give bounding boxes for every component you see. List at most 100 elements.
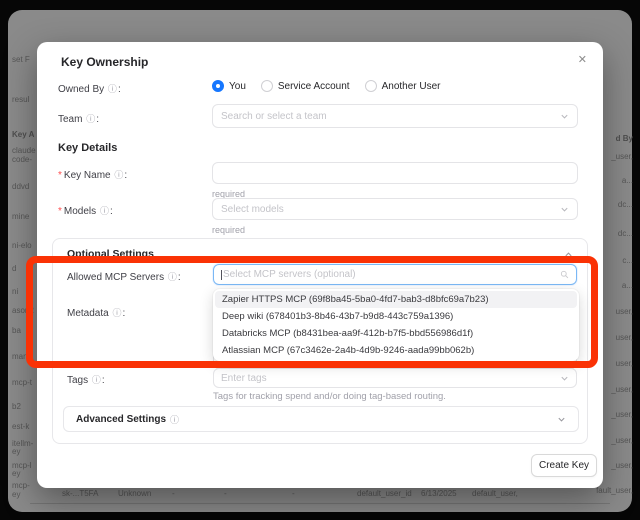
- owned-by-label: Owned By ⓘ:: [58, 82, 121, 95]
- team-placeholder: Search or select a team: [221, 111, 327, 122]
- bg-text: _user,: [611, 410, 633, 419]
- info-icon: ⓘ: [168, 272, 177, 282]
- mcp-servers-select[interactable]: Select MCP servers (optional): [213, 264, 577, 285]
- chevron-down-icon: [560, 112, 569, 121]
- bg-text: a...: [622, 281, 633, 290]
- team-select[interactable]: Search or select a team: [212, 104, 578, 128]
- key-name-label: *Key Name ⓘ:: [58, 168, 127, 181]
- modal-title: Key Ownership: [61, 55, 148, 69]
- bg-text: mine: [12, 212, 29, 221]
- create-key-button[interactable]: Create Key: [531, 454, 597, 477]
- models-required-hint: required: [212, 225, 245, 235]
- models-label: *Models ⓘ:: [58, 204, 113, 217]
- bg-text: _user,: [611, 152, 633, 161]
- close-icon[interactable]: ✕: [578, 53, 587, 66]
- chevron-up-icon[interactable]: [564, 250, 573, 259]
- radio-you-label: You: [229, 81, 246, 92]
- info-icon: ⓘ: [112, 308, 121, 318]
- radio-unselected-icon[interactable]: [261, 80, 273, 92]
- bg-text: d: [12, 264, 16, 273]
- mcp-option[interactable]: Databricks MCP (b8431bea-aa9f-412b-b7f5-…: [215, 325, 577, 342]
- label-colon: :: [123, 308, 126, 319]
- bg-text: mcp-: [12, 481, 30, 490]
- info-icon: ⓘ: [108, 84, 117, 94]
- bg-cell: -: [172, 489, 175, 498]
- models-select[interactable]: Select models: [212, 198, 578, 220]
- radio-unselected-icon[interactable]: [365, 80, 377, 92]
- info-icon: ⓘ: [114, 170, 123, 180]
- bg-text: c...: [622, 256, 633, 265]
- info-icon: ⓘ: [100, 206, 109, 216]
- team-label-text: Team: [58, 114, 82, 125]
- bg-cell: -: [292, 489, 295, 498]
- key-details-heading: Key Details: [58, 142, 117, 154]
- optional-settings-heading[interactable]: Optional Settings: [67, 248, 154, 260]
- tags-help-text: Tags for tracking spend and/or doing tag…: [213, 391, 446, 402]
- mcp-option[interactable]: Deep wiki (678401b3-8b46-43b7-b9d8-443c7…: [215, 308, 577, 325]
- radio-service-account[interactable]: Service Account: [261, 80, 350, 92]
- bg-text: dc...: [618, 229, 633, 238]
- bg-text: _user,: [611, 436, 633, 445]
- bg-text: _user,: [611, 385, 633, 394]
- bg-text: code-: [12, 155, 32, 164]
- mcp-option[interactable]: Zapier HTTPS MCP (69f8ba45-5ba0-4fd7-bab…: [215, 291, 577, 308]
- bg-text: ey: [12, 469, 20, 478]
- bg-text: user,: [616, 333, 633, 342]
- optional-settings-card: Optional Settings Allowed MCP Servers ⓘ:…: [52, 238, 588, 444]
- bg-text: ey: [12, 490, 20, 499]
- key-name-input[interactable]: [212, 162, 578, 184]
- owned-by-label-text: Owned By: [58, 84, 104, 95]
- radio-another-user[interactable]: Another User: [365, 80, 441, 92]
- bg-text: user,: [616, 307, 633, 316]
- info-icon: ⓘ: [92, 375, 101, 385]
- radio-you[interactable]: You: [212, 80, 246, 92]
- tags-label-text: Tags: [67, 375, 88, 386]
- bg-text: est-k: [12, 422, 29, 431]
- mcp-servers-label-text: Allowed MCP Servers: [67, 272, 164, 283]
- tags-placeholder: Enter tags: [221, 373, 267, 384]
- chevron-down-icon: [560, 374, 569, 383]
- bg-text: ni-elo: [12, 241, 32, 250]
- label-colon: :: [96, 114, 99, 125]
- bg-text: ba: [12, 326, 21, 335]
- label-colon: :: [124, 170, 127, 181]
- text-cursor: [221, 270, 222, 280]
- bg-text: user,: [616, 359, 633, 368]
- bg-text: manu: [12, 352, 32, 361]
- bg-cell: default_user,: [472, 489, 518, 498]
- label-colon: :: [178, 272, 181, 283]
- label-colon: :: [102, 375, 105, 386]
- metadata-label-text: Metadata: [67, 308, 109, 319]
- bg-text: b2: [12, 402, 21, 411]
- bg-text: a...: [622, 176, 633, 185]
- team-label: Team ⓘ:: [58, 112, 99, 125]
- bg-cell-date: 6/13/2025: [421, 489, 457, 498]
- required-asterisk: *: [58, 170, 62, 181]
- chevron-down-icon: [560, 205, 569, 214]
- bg-table-header: Key A: [12, 130, 34, 139]
- radio-another-user-label: Another User: [382, 81, 441, 92]
- bg-text: fault_user,: [596, 486, 633, 495]
- tags-select[interactable]: Enter tags: [213, 368, 577, 388]
- mcp-servers-label: Allowed MCP Servers ⓘ:: [67, 270, 181, 283]
- radio-selected-icon[interactable]: [212, 80, 224, 92]
- chevron-down-icon: [557, 415, 566, 424]
- tags-label: Tags ⓘ:: [67, 373, 105, 386]
- mcp-servers-dropdown: Zapier HTTPS MCP (69f8ba45-5ba0-4fd7-bab…: [213, 289, 579, 361]
- mcp-option[interactable]: Atlassian MCP (67c3462e-2a4b-4d9b-9246-a…: [215, 342, 577, 359]
- bg-text: mcp-t: [12, 378, 32, 387]
- owned-by-radio-group: You Service Account Another User: [212, 80, 441, 92]
- label-colon: :: [118, 84, 121, 95]
- key-name-label-text: Key Name: [64, 170, 111, 181]
- models-label-text: Models: [64, 206, 96, 217]
- bg-text: ddvd: [12, 182, 29, 191]
- bg-cell-key: sk-...T5FA: [62, 489, 98, 498]
- screenshot-canvas: set F resul Key A claude code- ddvd mine…: [0, 0, 640, 520]
- bg-text: ni: [12, 287, 18, 296]
- advanced-settings-heading: Advanced Settings: [76, 414, 166, 425]
- info-icon: ⓘ: [170, 413, 179, 426]
- bg-table-header: d By: [616, 134, 633, 143]
- mcp-placeholder: Select MCP servers (optional): [223, 269, 356, 280]
- advanced-settings-accordion[interactable]: Advanced Settings ⓘ: [63, 406, 579, 432]
- bg-text: ason2: [12, 306, 34, 315]
